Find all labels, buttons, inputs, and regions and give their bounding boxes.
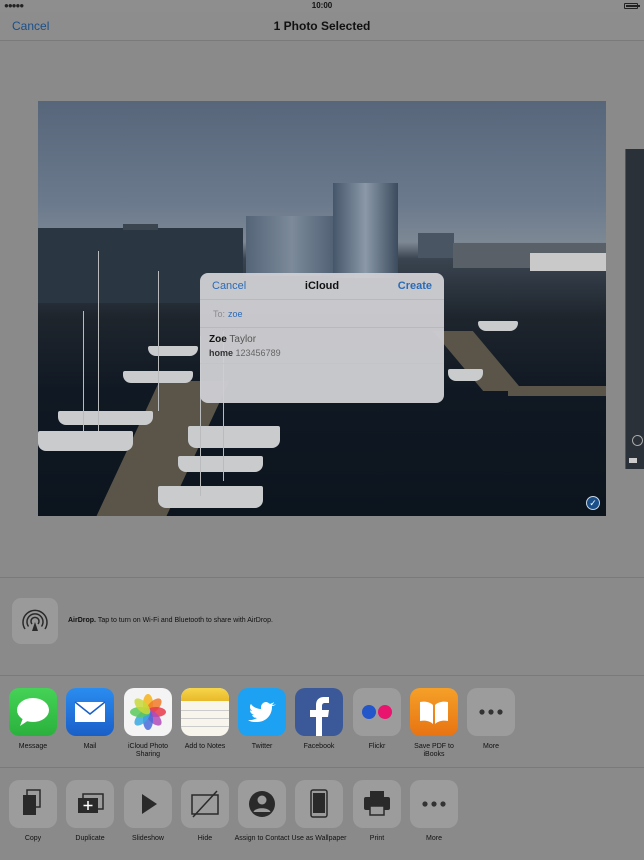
icloud-share-dialog: Cancel iCloud Create To: zoe Zoe Taylor … — [200, 273, 444, 403]
video-camera-icon — [629, 458, 637, 463]
airdrop-description: AirDrop. Tap to turn on Wi-Fi and Blueto… — [68, 617, 273, 624]
wallpaper-icon — [295, 780, 343, 828]
print-icon — [353, 780, 401, 828]
notes-icon — [181, 688, 229, 736]
share-app-ibooks[interactable]: Save PDF to iBooks — [405, 688, 463, 759]
dialog-header: Cancel iCloud Create — [200, 273, 444, 300]
contact-first-name: Zoe — [209, 334, 227, 345]
page-title: 1 Photo Selected — [273, 19, 371, 33]
recipient-field[interactable]: To: zoe — [200, 300, 444, 328]
action-assign-to-contact[interactable]: Assign to Contact — [233, 780, 291, 843]
navigation-bar: Cancel 1 Photo Selected — [0, 12, 644, 41]
action-hide[interactable]: Hide — [176, 780, 234, 843]
action-copy[interactable]: Copy — [4, 780, 62, 843]
status-time: 10:00 — [311, 1, 333, 10]
contact-suggestion[interactable]: Zoe Taylor home 123456789 — [200, 328, 444, 364]
battery-icon — [624, 3, 640, 9]
share-app-notes[interactable]: Add to Notes — [176, 688, 234, 751]
twitter-icon — [238, 688, 286, 736]
ibooks-icon — [410, 688, 458, 736]
recipient-input-value[interactable]: zoe — [228, 309, 243, 319]
share-app-more[interactable]: More — [462, 688, 520, 751]
copy-icon — [9, 780, 57, 828]
action-more[interactable]: More — [405, 780, 463, 843]
dialog-create-button[interactable]: Create — [398, 280, 432, 292]
hide-icon — [181, 780, 229, 828]
duplicate-icon — [66, 780, 114, 828]
share-app-icloud-photo-sharing[interactable]: iCloud Photo Sharing — [119, 688, 177, 759]
share-app-twitter[interactable]: Twitter — [233, 688, 291, 751]
selected-checkmark-icon[interactable]: ✓ — [586, 496, 600, 510]
share-sheet: AirDrop. Tap to turn on Wi-Fi and Blueto… — [0, 577, 644, 860]
share-app-facebook[interactable]: Facebook — [290, 688, 348, 751]
more-icon — [410, 780, 458, 828]
contact-phone-number: 123456789 — [235, 348, 281, 358]
contact-last-name: Taylor — [229, 334, 257, 345]
contact-phone-kind: home — [209, 348, 234, 358]
next-photo-peek[interactable] — [625, 149, 644, 469]
action-use-as-wallpaper[interactable]: Use as Wallpaper — [290, 780, 348, 843]
more-icon — [467, 688, 515, 736]
share-app-message[interactable]: Message — [4, 688, 62, 751]
share-app-flickr[interactable]: Flickr — [348, 688, 406, 751]
action-print[interactable]: Print — [348, 780, 406, 843]
status-bar: ●●●●● 10:00 — [0, 0, 644, 12]
action-duplicate[interactable]: Duplicate — [61, 780, 119, 843]
to-label: To: — [213, 309, 226, 319]
icloud-photo-sharing-icon — [124, 688, 172, 736]
share-app-mail[interactable]: Mail — [61, 688, 119, 751]
action-slideshow[interactable]: Slideshow — [119, 780, 177, 843]
facebook-icon — [295, 688, 343, 736]
airdrop-icon[interactable] — [12, 598, 58, 644]
flickr-icon — [353, 688, 401, 736]
message-icon — [9, 688, 57, 736]
mail-icon — [66, 688, 114, 736]
slideshow-icon — [124, 780, 172, 828]
assign-contact-icon — [238, 780, 286, 828]
